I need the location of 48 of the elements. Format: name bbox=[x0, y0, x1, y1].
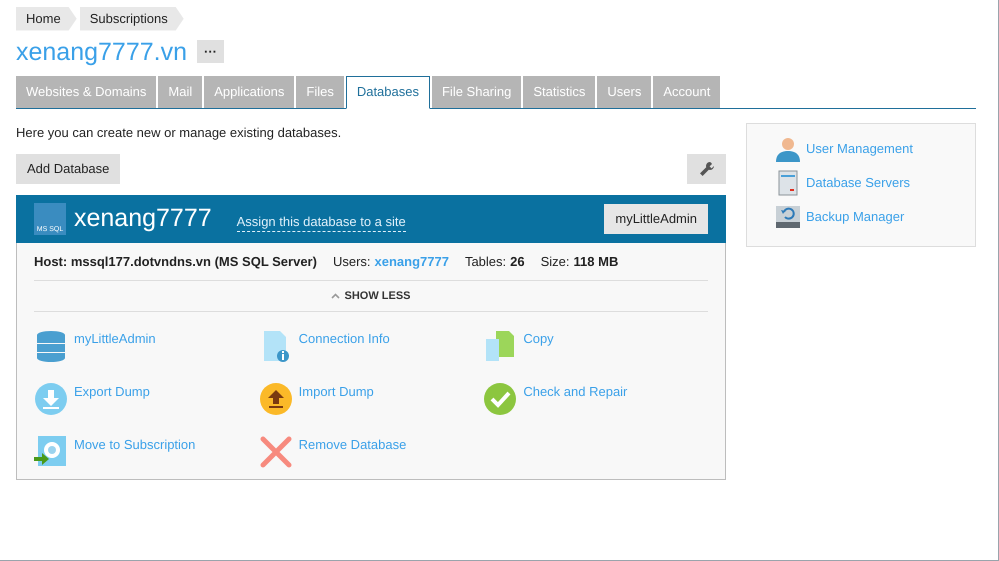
tab[interactable]: Statistics bbox=[523, 76, 596, 108]
action-link[interactable]: Remove Database bbox=[298, 435, 406, 454]
tab[interactable]: Users bbox=[597, 76, 652, 108]
sidebar-link[interactable]: Backup Manager bbox=[806, 206, 904, 226]
user-icon bbox=[775, 136, 801, 162]
gear-arrow-icon bbox=[34, 435, 68, 469]
more-button[interactable]: ··· bbox=[196, 40, 224, 63]
stat-value: 118 MB bbox=[574, 252, 618, 271]
action-link[interactable]: Move to Subscription bbox=[74, 435, 196, 454]
tab[interactable]: Websites & Domains bbox=[16, 76, 156, 108]
mylittleadmin-button[interactable]: myLittleAdmin bbox=[604, 204, 708, 234]
stat-label: Users: bbox=[332, 252, 371, 271]
assign-site-link[interactable]: Assign this database to a site bbox=[236, 212, 406, 232]
action-link[interactable]: Check and Repair bbox=[523, 382, 628, 402]
database-name: xenang7777 bbox=[74, 203, 212, 234]
tab[interactable]: Databases bbox=[346, 76, 430, 108]
stat-label: Tables: bbox=[464, 252, 506, 271]
wrench-icon bbox=[698, 161, 714, 177]
action-link[interactable]: Import Dump bbox=[298, 382, 374, 402]
tab[interactable]: Applications bbox=[204, 76, 294, 108]
host-info: Host: mssql177.dotvndns.vn (MS SQL Server) bbox=[34, 252, 317, 271]
stat-link[interactable]: xenang7777 bbox=[374, 252, 449, 272]
show-less-toggle[interactable]: SHOW LESS bbox=[331, 288, 410, 304]
intro-text: Here you can create new or manage existing databases. bbox=[16, 124, 342, 142]
breadcrumb-link[interactable]: Subscriptions bbox=[80, 7, 184, 30]
backup-drive-icon bbox=[775, 204, 801, 230]
sidebar-link[interactable]: User Management bbox=[806, 138, 913, 158]
action-link[interactable]: Export Dump bbox=[74, 382, 150, 402]
stat-label: Size: bbox=[540, 252, 570, 271]
subscription-title: xenang7777.vn bbox=[16, 36, 187, 68]
database-icon bbox=[34, 329, 68, 363]
action-link[interactable]: Connection Info bbox=[298, 329, 390, 348]
upload-icon bbox=[258, 382, 293, 416]
tab[interactable]: Mail bbox=[158, 76, 202, 108]
tab[interactable]: File Sharing bbox=[432, 76, 522, 108]
action-link[interactable]: myLittleAdmin bbox=[74, 329, 156, 348]
settings-button[interactable] bbox=[687, 154, 726, 184]
caret-icon bbox=[331, 293, 340, 299]
stat-value: 26 bbox=[510, 252, 525, 271]
tab[interactable]: Account bbox=[653, 76, 720, 108]
add-database-button[interactable]: Add Database bbox=[16, 154, 120, 184]
action-link[interactable]: Copy bbox=[523, 329, 554, 348]
download-icon bbox=[34, 382, 68, 416]
breadcrumb-link[interactable]: Home bbox=[16, 7, 77, 30]
cross-icon bbox=[258, 435, 293, 469]
sidebar-link[interactable]: Database Servers bbox=[806, 172, 910, 192]
tab[interactable]: Files bbox=[296, 76, 344, 108]
checkmark-icon bbox=[483, 382, 518, 416]
